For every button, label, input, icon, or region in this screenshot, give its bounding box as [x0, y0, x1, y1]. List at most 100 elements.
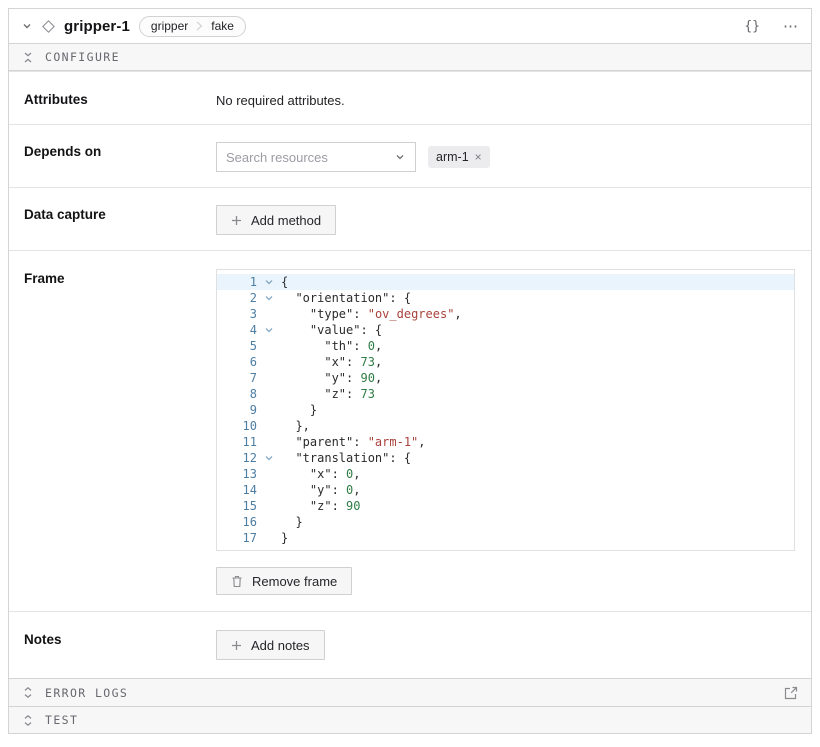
- attributes-label: Attributes: [24, 90, 216, 108]
- code-text[interactable]: },: [281, 418, 310, 434]
- code-text[interactable]: "value": {: [281, 322, 382, 338]
- error-logs-section-label: ERROR LOGS: [45, 686, 128, 700]
- code-text[interactable]: }: [281, 530, 288, 546]
- code-text[interactable]: "translation": {: [281, 450, 411, 466]
- code-line[interactable]: 5 "th": 0,: [217, 338, 794, 354]
- line-number: 17: [217, 530, 257, 546]
- card-header: gripper-1 gripper fake {} ⋯: [9, 9, 811, 43]
- code-line[interactable]: 7 "y": 90,: [217, 370, 794, 386]
- code-line[interactable]: 14 "y": 0,: [217, 482, 794, 498]
- code-text[interactable]: "type": "ov_degrees",: [281, 306, 462, 322]
- component-title: gripper-1: [64, 18, 130, 35]
- code-line[interactable]: 9 }: [217, 402, 794, 418]
- depends-search-input[interactable]: [226, 150, 388, 165]
- code-line[interactable]: 6 "x": 73,: [217, 354, 794, 370]
- code-text[interactable]: "x": 73,: [281, 354, 382, 370]
- add-notes-button[interactable]: Add notes: [216, 630, 325, 660]
- configure-section-bar[interactable]: CONFIGURE: [9, 43, 811, 71]
- notes-row: Notes Add notes: [9, 611, 811, 678]
- data-capture-label: Data capture: [24, 205, 216, 235]
- json-mode-icon[interactable]: {}: [744, 19, 760, 34]
- fold-chevron-icon[interactable]: [257, 322, 281, 338]
- depends-search-select[interactable]: [216, 142, 416, 172]
- line-number: 16: [217, 514, 257, 530]
- expand-section-icon[interactable]: [22, 686, 34, 699]
- frame-label: Frame: [24, 269, 216, 595]
- test-section-bar[interactable]: TEST: [9, 706, 811, 733]
- component-type-tag: gripper: [140, 19, 196, 33]
- depends-on-label: Depends on: [24, 142, 216, 172]
- expand-section-icon[interactable]: [22, 714, 34, 727]
- add-method-button[interactable]: Add method: [216, 205, 336, 235]
- line-number: 10: [217, 418, 257, 434]
- code-line[interactable]: 10 },: [217, 418, 794, 434]
- code-line[interactable]: 15 "z": 90: [217, 498, 794, 514]
- line-number: 1: [217, 274, 257, 290]
- trash-icon: [231, 575, 243, 588]
- code-line[interactable]: 17}: [217, 530, 794, 546]
- code-line[interactable]: 11 "parent": "arm-1",: [217, 434, 794, 450]
- line-number: 3: [217, 306, 257, 322]
- code-text[interactable]: "y": 0,: [281, 482, 361, 498]
- component-model-tag: fake: [203, 19, 245, 33]
- line-number: 9: [217, 402, 257, 418]
- line-number: 14: [217, 482, 257, 498]
- remove-dependency-icon[interactable]: ×: [475, 151, 482, 163]
- frame-row: Frame 1{2 "orientation": {3 "type": "ov_…: [9, 250, 811, 611]
- line-number: 12: [217, 450, 257, 466]
- depends-on-row: Depends on arm-1 ×: [9, 124, 811, 187]
- plus-icon: [231, 640, 242, 651]
- remove-frame-button[interactable]: Remove frame: [216, 567, 352, 595]
- dependency-chip-label: arm-1: [436, 150, 469, 164]
- open-logs-external-link-icon[interactable]: [784, 686, 798, 700]
- line-number: 2: [217, 290, 257, 306]
- code-text[interactable]: "z": 90: [281, 498, 361, 514]
- component-type-badge: gripper fake: [139, 16, 246, 37]
- fold-chevron-icon[interactable]: [257, 450, 281, 466]
- more-menu-icon[interactable]: ⋯: [783, 17, 799, 35]
- test-section-label: TEST: [45, 713, 78, 727]
- fold-chevron-icon[interactable]: [257, 290, 281, 306]
- line-number: 13: [217, 466, 257, 482]
- code-text[interactable]: "z": 73: [281, 386, 375, 402]
- line-number: 11: [217, 434, 257, 450]
- attributes-row: Attributes No required attributes.: [9, 71, 811, 124]
- line-number: 15: [217, 498, 257, 514]
- attributes-value: No required attributes.: [216, 90, 795, 108]
- fold-chevron-icon[interactable]: [257, 274, 281, 290]
- code-line[interactable]: 1{: [217, 274, 794, 290]
- code-line[interactable]: 3 "type": "ov_degrees",: [217, 306, 794, 322]
- code-text[interactable]: "x": 0,: [281, 466, 361, 482]
- line-number: 6: [217, 354, 257, 370]
- error-logs-section-bar[interactable]: ERROR LOGS: [9, 678, 811, 706]
- remove-frame-button-label: Remove frame: [252, 574, 337, 589]
- line-number: 5: [217, 338, 257, 354]
- code-text[interactable]: "th": 0,: [281, 338, 382, 354]
- code-text[interactable]: }: [281, 514, 303, 530]
- configure-section-label: CONFIGURE: [45, 50, 120, 64]
- frame-code-editor[interactable]: 1{2 "orientation": {3 "type": "ov_degree…: [216, 269, 795, 551]
- badge-divider-chevron-icon: [196, 20, 203, 32]
- plus-icon: [231, 215, 242, 226]
- select-chevron-down-icon[interactable]: [394, 151, 406, 163]
- code-line[interactable]: 4 "value": {: [217, 322, 794, 338]
- code-line[interactable]: 12 "translation": {: [217, 450, 794, 466]
- gripper-component-icon: [42, 22, 55, 31]
- code-line[interactable]: 16 }: [217, 514, 794, 530]
- code-text[interactable]: "orientation": {: [281, 290, 411, 306]
- code-line[interactable]: 13 "x": 0,: [217, 466, 794, 482]
- code-text[interactable]: "y": 90,: [281, 370, 382, 386]
- code-text[interactable]: "parent": "arm-1",: [281, 434, 426, 450]
- code-line[interactable]: 2 "orientation": {: [217, 290, 794, 306]
- code-text[interactable]: {: [281, 274, 288, 290]
- collapse-section-icon[interactable]: [22, 51, 34, 64]
- code-line[interactable]: 8 "z": 73: [217, 386, 794, 402]
- notes-label: Notes: [24, 630, 216, 660]
- code-text[interactable]: }: [281, 402, 317, 418]
- line-number: 4: [217, 322, 257, 338]
- dependency-chip: arm-1 ×: [428, 146, 490, 168]
- line-number: 7: [217, 370, 257, 386]
- line-number: 8: [217, 386, 257, 402]
- component-card: gripper-1 gripper fake {} ⋯ CONFIGURE At…: [8, 8, 812, 734]
- collapse-card-chevron-icon[interactable]: [21, 20, 33, 32]
